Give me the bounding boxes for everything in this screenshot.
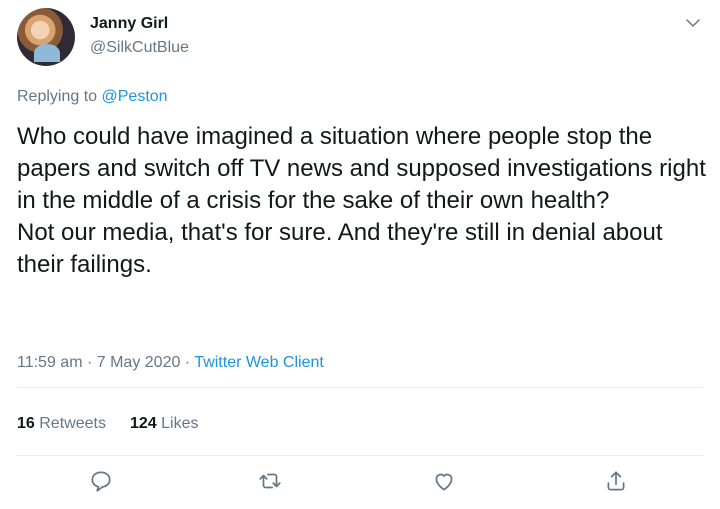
meta-separator: · xyxy=(180,354,195,371)
retweets-count: 16 xyxy=(17,415,35,432)
meta-separator: · xyxy=(82,354,97,371)
tweet-stats: 16 Retweets 124 Likes xyxy=(17,415,198,433)
likes-stat[interactable]: 124 Likes xyxy=(130,415,199,433)
tweet-text: Who could have imagined a situation wher… xyxy=(17,123,706,278)
replying-mention-link[interactable]: @Peston xyxy=(102,88,168,105)
retweets-label: Retweets xyxy=(39,415,106,432)
divider xyxy=(17,387,703,388)
action-bar xyxy=(0,468,720,502)
likes-count: 124 xyxy=(129,415,157,432)
reply-icon[interactable] xyxy=(88,468,114,494)
retweet-icon[interactable] xyxy=(257,468,283,494)
retweets-stat[interactable]: 16 Retweets xyxy=(17,415,106,433)
tweet-date[interactable]: 7 May 2020 xyxy=(97,354,181,371)
tweet-client-link[interactable]: Twitter Web Client xyxy=(194,354,324,371)
likes-label: Likes xyxy=(161,415,199,432)
divider xyxy=(17,455,703,456)
avatar[interactable] xyxy=(17,8,75,66)
chevron-down-icon[interactable] xyxy=(684,14,702,32)
display-name[interactable]: Janny Girl xyxy=(90,15,168,33)
replying-to: Replying to @Peston xyxy=(17,88,168,106)
tweet-meta: 11:59 am · 7 May 2020 · Twitter Web Clie… xyxy=(17,354,324,372)
heart-icon[interactable] xyxy=(431,468,457,494)
tweet-time[interactable]: 11:59 am xyxy=(17,354,83,371)
replying-prefix: Replying to xyxy=(17,88,102,105)
user-handle[interactable]: @SilkCutBlue xyxy=(90,39,189,57)
share-icon[interactable] xyxy=(603,468,629,494)
